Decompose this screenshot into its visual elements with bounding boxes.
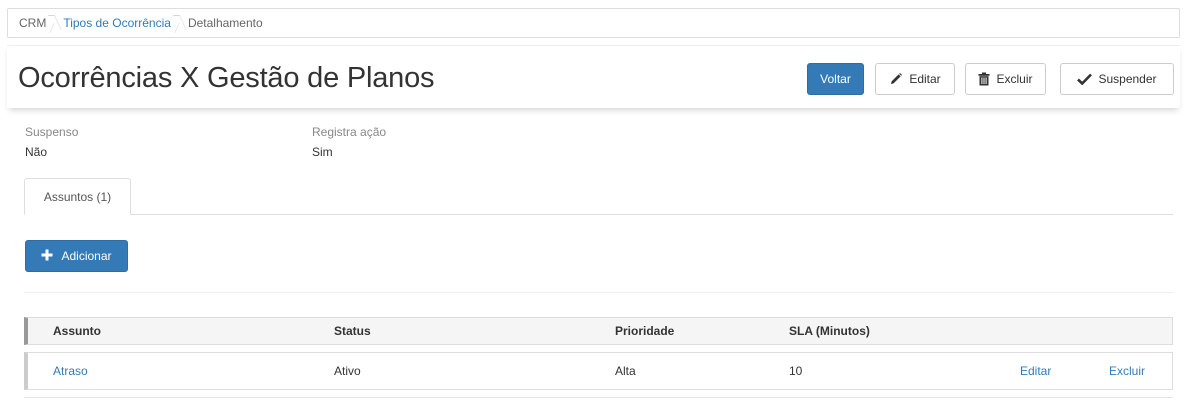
breadcrumb-tipos-de-ocorrencia[interactable]: Tipos de Ocorrência (63, 16, 171, 30)
pencil-icon (889, 72, 903, 86)
breadcrumb: CRM Tipos de Ocorrência Detalhamento (7, 8, 1180, 38)
column-header-assunto: Assunto (53, 324, 101, 338)
breadcrumb-separator (49, 10, 59, 36)
row-prioridade: Alta (615, 364, 636, 378)
back-button-label: Voltar (820, 72, 851, 86)
table-header: Assunto Status Prioridade SLA (Minutos) (24, 317, 1173, 345)
breadcrumb-detalhamento: Detalhamento (187, 16, 263, 30)
column-header-sla: SLA (Minutos) (789, 324, 870, 338)
back-button[interactable]: Voltar (807, 63, 864, 95)
add-button-label: Adicionar (61, 249, 112, 263)
suspenso-label: Suspenso (25, 125, 79, 139)
plus-icon (41, 249, 53, 264)
suspend-button[interactable]: Suspender (1060, 63, 1174, 95)
row-assunto-link[interactable]: Atraso (53, 353, 88, 389)
edit-button-label: Editar (909, 72, 941, 86)
breadcrumb-crm[interactable]: CRM (19, 16, 46, 30)
edit-button[interactable]: Editar (875, 63, 955, 95)
trash-icon (978, 72, 990, 86)
page-title: Ocorrências X Gestão de Planos (18, 62, 435, 94)
add-button[interactable]: Adicionar (25, 240, 128, 272)
registra-acao-label: Registra ação (312, 125, 387, 139)
table-bottom-divider (24, 397, 1173, 398)
tab-assuntos[interactable]: Assuntos (1) (24, 178, 131, 215)
tabs-divider (24, 214, 1173, 215)
registra-acao-value: Sim (312, 145, 333, 159)
column-header-prioridade: Prioridade (615, 324, 675, 338)
row-delete-link[interactable]: Excluir (1109, 353, 1145, 389)
page-header: Ocorrências X Gestão de Planos Voltar Ed… (7, 45, 1180, 108)
check-icon (1077, 73, 1093, 85)
row-sla: 10 (789, 364, 803, 378)
column-header-status: Status (334, 324, 371, 338)
tab-assuntos-label: Assuntos (1) (43, 189, 112, 204)
suspenso-value: Não (25, 145, 48, 159)
suspend-button-label: Suspender (1098, 72, 1157, 86)
row-edit-link[interactable]: Editar (1020, 353, 1051, 389)
row-status: Ativo (334, 364, 361, 378)
breadcrumb-separator (174, 10, 184, 36)
delete-button[interactable]: Excluir (965, 63, 1046, 95)
delete-button-label: Excluir (996, 72, 1033, 86)
section-divider (24, 292, 1173, 293)
table-row: Atraso Ativo Alta 10 Editar Excluir (24, 352, 1173, 390)
